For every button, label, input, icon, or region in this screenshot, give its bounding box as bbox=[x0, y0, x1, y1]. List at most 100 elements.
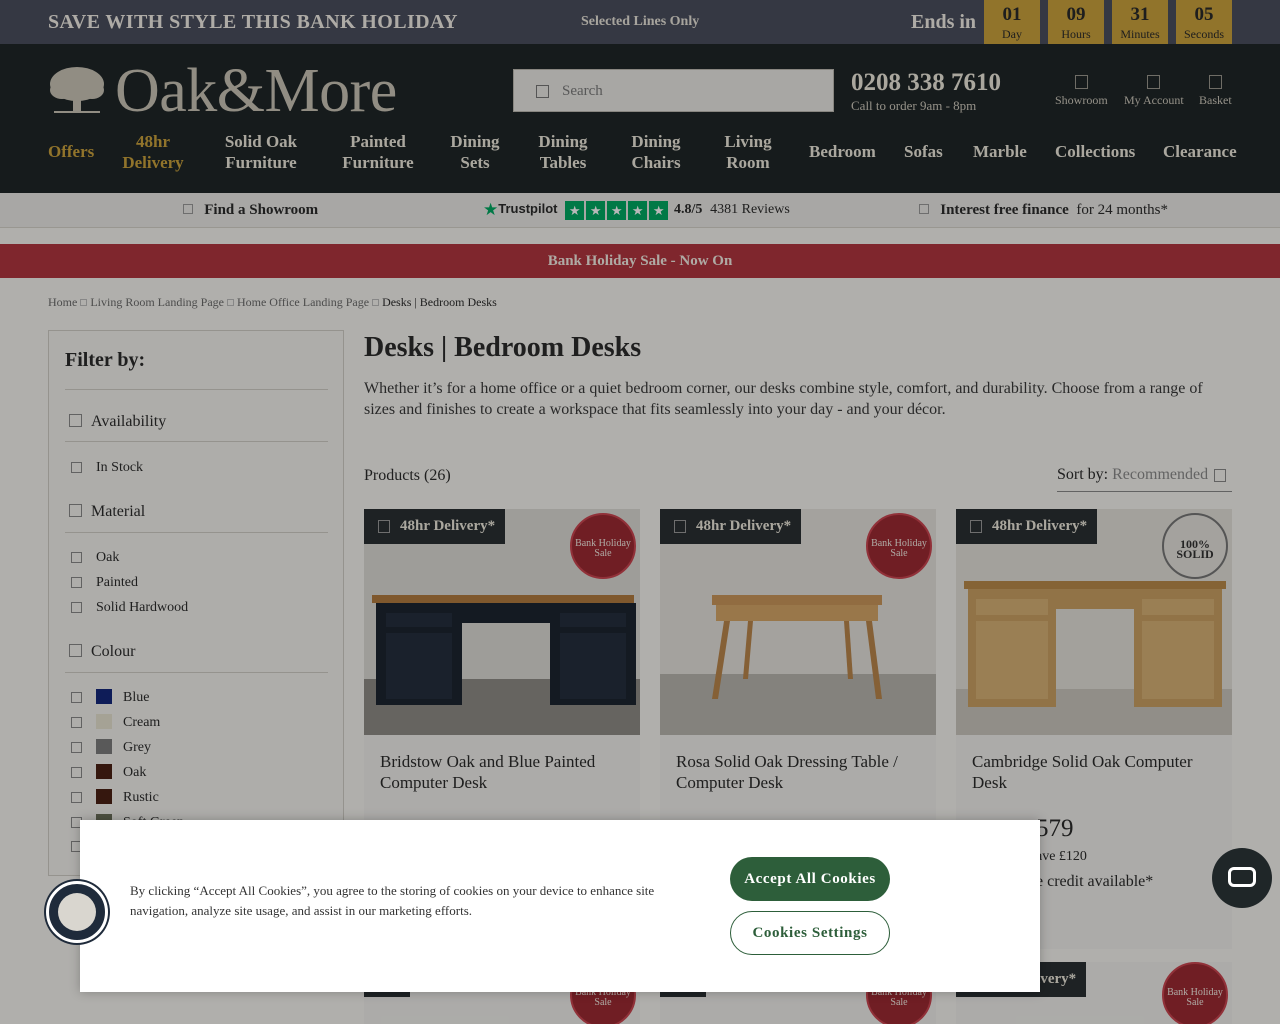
divider bbox=[65, 532, 328, 533]
divider bbox=[65, 672, 328, 673]
checkbox[interactable] bbox=[71, 792, 82, 803]
page-description: Whether it’s for a home office or a quie… bbox=[364, 380, 1203, 418]
filter-colour-toggle[interactable]: Colour bbox=[69, 643, 135, 661]
sale-seal: Bank Holiday Sale bbox=[1162, 962, 1228, 1024]
basket-icon bbox=[1208, 75, 1222, 89]
divider bbox=[65, 389, 328, 390]
phone-number[interactable]: 0208 338 7610 bbox=[851, 69, 1001, 97]
review-count: 4381 Reviews bbox=[710, 202, 790, 217]
call-hours: Call to order 9am - 8pm bbox=[851, 98, 977, 113]
delivery-badge: 48hr Delivery* bbox=[660, 509, 802, 544]
cookie-settings-button[interactable]: Cookies Settings bbox=[730, 911, 890, 955]
accept-cookies-button[interactable]: Accept All Cookies bbox=[730, 857, 890, 901]
filter-option-solid-hardwood[interactable]: Solid Hardwood bbox=[71, 600, 188, 616]
chevron-right-icon bbox=[372, 299, 380, 306]
filter-material-toggle[interactable]: Material bbox=[69, 503, 145, 521]
finance-link[interactable]: Interest free finance for 24 months* bbox=[919, 202, 1168, 219]
product-price: 579 bbox=[1036, 815, 1074, 842]
checkbox[interactable] bbox=[71, 717, 82, 728]
chevron-right-icon bbox=[226, 299, 234, 306]
filter-availability-toggle[interactable]: Availability bbox=[69, 413, 166, 431]
colour-swatch bbox=[96, 764, 112, 779]
location-icon bbox=[183, 204, 193, 214]
expand-icon bbox=[69, 644, 82, 657]
nav-dining-sets[interactable]: Dining Sets bbox=[446, 131, 504, 173]
trustpilot-stars: ★ ★ ★ ★ ★ bbox=[565, 201, 670, 220]
colour-swatch bbox=[96, 739, 112, 754]
chevron-right-icon bbox=[80, 299, 88, 306]
checkbox[interactable] bbox=[71, 692, 82, 703]
chat-button[interactable] bbox=[1212, 848, 1272, 908]
showroom-link[interactable]: Showroom bbox=[1055, 75, 1108, 108]
nav-48hr-delivery[interactable]: 48hr Delivery bbox=[120, 131, 186, 173]
filter-option-in-stock[interactable]: In Stock bbox=[71, 460, 143, 476]
nav-collections[interactable]: Collections bbox=[1055, 141, 1135, 162]
countdown-hours: 09 Hours bbox=[1048, 0, 1104, 44]
checkbox[interactable] bbox=[71, 552, 82, 563]
filter-colour-blue[interactable]: Blue bbox=[71, 689, 149, 706]
filter-colour-grey[interactable]: Grey bbox=[71, 739, 151, 756]
product-card[interactable]: 48hr Delivery* Bank Holiday Sale Rosa So… bbox=[660, 509, 936, 829]
nav-living-room[interactable]: Living Room bbox=[720, 131, 776, 173]
find-showroom-link[interactable]: Find a Showroom bbox=[183, 202, 318, 219]
countdown-seconds: 05 Seconds bbox=[1176, 0, 1232, 44]
truck-icon bbox=[378, 520, 390, 533]
product-card[interactable]: 48hr Delivery* Bank Holiday Sale Bridsto… bbox=[364, 509, 640, 829]
nav-marble[interactable]: Marble bbox=[973, 141, 1027, 162]
product-name[interactable]: Cambridge Solid Oak Computer Desk bbox=[972, 751, 1212, 793]
checkbox[interactable] bbox=[71, 742, 82, 753]
expand-icon bbox=[69, 504, 82, 517]
checkbox[interactable] bbox=[71, 577, 82, 588]
search-input[interactable] bbox=[562, 78, 812, 104]
promo-bar: SAVE WITH STYLE THIS BANK HOLIDAY Select… bbox=[0, 0, 1280, 44]
solid-oak-seal: 100% SOLID bbox=[1162, 513, 1228, 579]
nav-solid-oak-furniture[interactable]: Solid Oak Furniture bbox=[220, 131, 302, 173]
checkbox[interactable] bbox=[71, 462, 82, 473]
filter-colour-rustic[interactable]: Rustic bbox=[71, 789, 159, 806]
filter-colour-cream[interactable]: Cream bbox=[71, 714, 160, 731]
filter-option-oak[interactable]: Oak bbox=[71, 550, 119, 566]
colour-swatch bbox=[96, 714, 112, 729]
showroom-icon bbox=[1074, 75, 1088, 89]
account-link[interactable]: My Account bbox=[1124, 75, 1184, 108]
cookie-icon bbox=[58, 893, 96, 931]
nav-bedroom[interactable]: Bedroom bbox=[809, 141, 876, 162]
filter-colour-oak[interactable]: Oak bbox=[71, 764, 146, 781]
breadcrumb-living-room[interactable]: Living Room Landing Page bbox=[90, 295, 224, 309]
search-bar[interactable] bbox=[513, 69, 834, 112]
cookie-preferences-button[interactable] bbox=[46, 881, 108, 943]
filter-option-painted[interactable]: Painted bbox=[71, 575, 138, 591]
nav-offers[interactable]: Offers bbox=[48, 141, 94, 162]
product-name[interactable]: Rosa Solid Oak Dressing Table / Computer… bbox=[676, 751, 916, 793]
main-nav: Offers 48hr Delivery Solid Oak Furniture… bbox=[0, 131, 1280, 177]
sale-banner[interactable]: Bank Holiday Sale - Now On bbox=[0, 244, 1280, 278]
nav-dining-chairs[interactable]: Dining Chairs bbox=[626, 131, 686, 173]
chat-icon bbox=[1228, 867, 1256, 887]
search-icon[interactable] bbox=[536, 85, 549, 98]
info-strip: Find a Showroom ★Trustpilot ★ ★ ★ ★ ★ 4.8/5 … bbox=[0, 193, 1280, 228]
sale-seal: Bank Holiday Sale bbox=[866, 513, 932, 579]
promo-subline: Selected Lines Only bbox=[581, 14, 700, 29]
sort-dropdown[interactable]: Sort by: Recommended bbox=[1057, 466, 1232, 492]
countdown-minutes: 31 Minutes bbox=[1112, 0, 1168, 44]
nav-dining-tables[interactable]: Dining Tables bbox=[536, 131, 590, 173]
cookie-banner: By clicking “Accept All Cookies”, you ag… bbox=[80, 820, 1040, 992]
basket-link[interactable]: Basket bbox=[1199, 75, 1232, 108]
expand-icon bbox=[69, 414, 82, 427]
product-credit: e credit available* bbox=[1036, 873, 1154, 890]
checkbox[interactable] bbox=[71, 767, 82, 778]
trustpilot-star-icon: ★ bbox=[483, 200, 499, 219]
breadcrumb-home[interactable]: Home bbox=[48, 295, 77, 309]
breadcrumb-home-office[interactable]: Home Office Landing Page bbox=[237, 295, 369, 309]
product-name[interactable]: Bridstow Oak and Blue Painted Computer D… bbox=[380, 751, 620, 793]
filter-panel: Filter by: Availability In Stock Materia… bbox=[48, 330, 344, 876]
brand-wordmark: Oak&More bbox=[115, 57, 397, 125]
filter-title: Filter by: bbox=[65, 349, 146, 371]
nav-painted-furniture[interactable]: Painted Furniture bbox=[340, 131, 416, 173]
trustpilot-widget[interactable]: ★Trustpilot ★ ★ ★ ★ ★ 4.8/5 4381 Reviews bbox=[483, 200, 790, 220]
nav-sofas[interactable]: Sofas bbox=[904, 141, 943, 162]
checkbox[interactable] bbox=[71, 602, 82, 613]
truck-icon bbox=[970, 520, 982, 533]
site-header: Oak&More 0208 338 7610 Call to order 9am… bbox=[0, 44, 1280, 193]
nav-clearance[interactable]: Clearance bbox=[1163, 141, 1237, 162]
